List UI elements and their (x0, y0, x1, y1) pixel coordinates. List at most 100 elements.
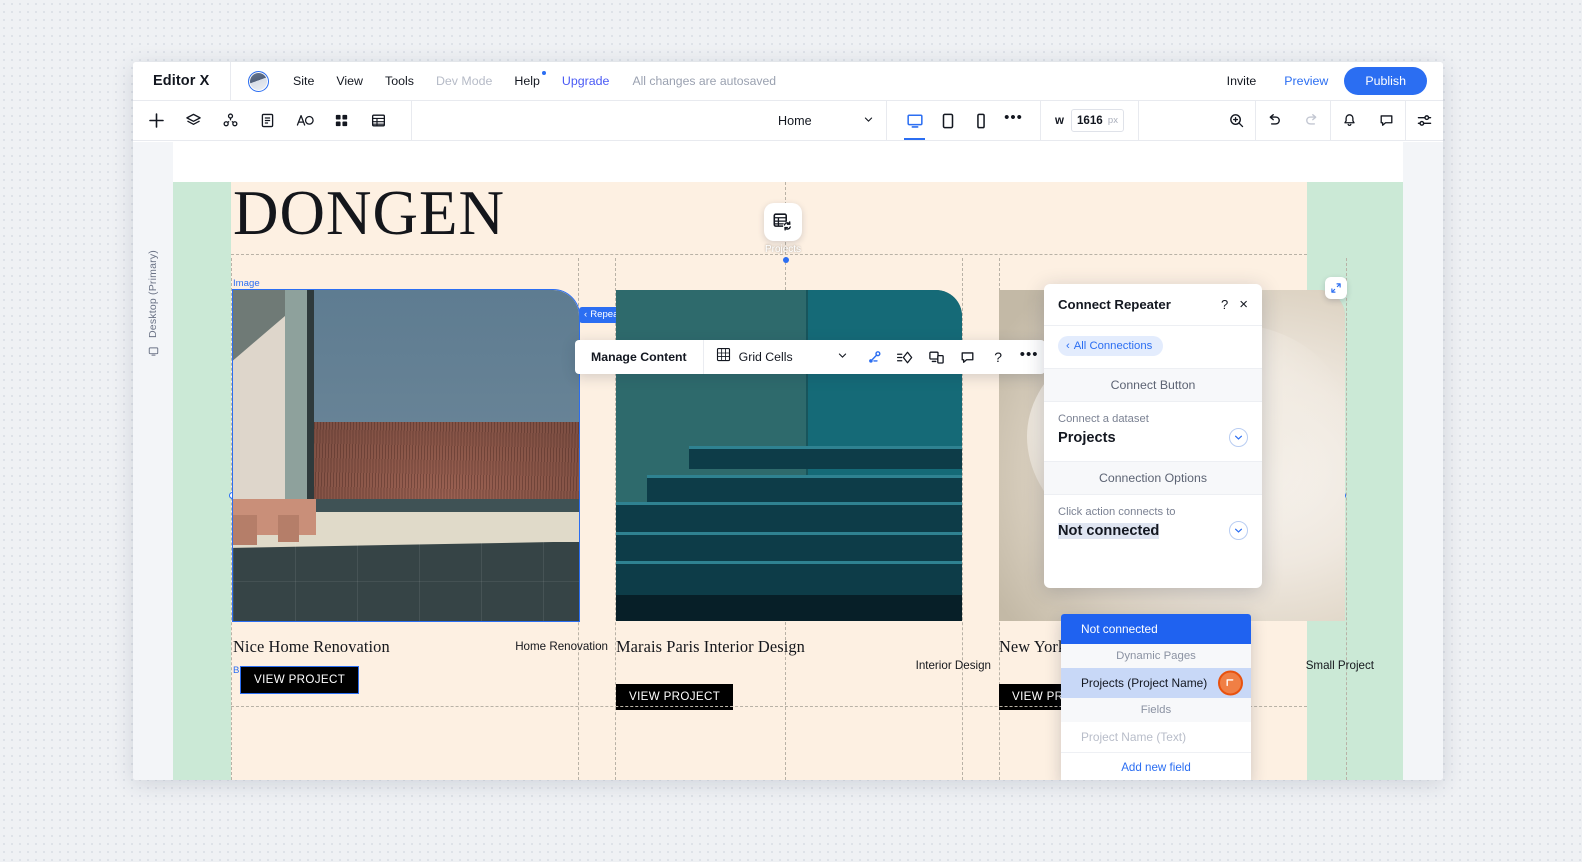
dataset-field-label: Connect a dataset (1058, 413, 1149, 425)
width-unit: px (1107, 115, 1118, 126)
page-title: DONGEN (233, 182, 505, 248)
click-action-label: Click action connects to (1058, 506, 1176, 518)
menu-item-site[interactable]: Site (282, 69, 325, 93)
panel-close-icon[interactable]: × (1239, 296, 1248, 313)
connect-repeater-panel: Connect Repeater ? × ‹ All Connections C… (1044, 284, 1262, 780)
top-actions: Invite Preview Publish (1215, 67, 1443, 95)
notification-dot-icon (541, 71, 546, 75)
dataset-icon (764, 203, 802, 241)
viewport-more-button[interactable]: ••• (997, 101, 1030, 140)
card-caption: Marais Paris Interior Design Interior De… (616, 637, 991, 714)
width-input[interactable]: 1616 px (1070, 109, 1124, 132)
canvas-stage: Desktop (Primary) DONGEN Image ‹ Repeate… (133, 142, 1443, 780)
desktop-small-icon (148, 346, 159, 360)
panel-help-icon[interactable]: ? (1221, 297, 1228, 312)
comments-icon[interactable] (1368, 101, 1405, 140)
chevron-down-icon (863, 114, 886, 128)
redo-icon[interactable] (1293, 101, 1330, 140)
breadcrumb-label: All Connections (1073, 340, 1153, 352)
viewport-desktop[interactable] (898, 101, 931, 140)
app-logo[interactable]: Editor X (133, 62, 231, 100)
autosave-status: All changes are autosaved (632, 74, 777, 88)
menu-item-upgrade[interactable]: Upgrade (551, 69, 621, 93)
apps-icon[interactable] (323, 101, 360, 140)
click-action-row[interactable]: Not connected (1058, 521, 1248, 540)
width-field-group: w 1616 px (1041, 109, 1138, 132)
view-project-button[interactable]: VIEW PROJECT (239, 666, 360, 694)
settings-icon[interactable] (1406, 101, 1443, 140)
menu-item-help-label: Help (514, 74, 540, 88)
zoom-icon[interactable] (1218, 101, 1255, 140)
more-icon[interactable]: ••• (1014, 340, 1045, 374)
card-image[interactable] (232, 289, 580, 622)
add-tools-group (133, 101, 397, 140)
manage-content-title: Manage Content (591, 350, 687, 364)
dataset-field-value: Projects (1058, 429, 1116, 446)
dropdown-add-new-field[interactable]: Add new field (1061, 752, 1251, 780)
avatar[interactable] (248, 70, 269, 92)
help-icon[interactable]: ? (983, 340, 1014, 374)
dataset-dropdown-chevron-icon[interactable] (1229, 428, 1248, 447)
toolbar-divider (411, 101, 412, 140)
animation-icon[interactable] (890, 340, 921, 374)
chevron-down-icon (801, 348, 848, 366)
menu-item-help[interactable]: Help (503, 69, 550, 93)
viewport-label-text: Desktop (Primary) (147, 250, 159, 338)
click-action-dropdown: Not connected Dynamic Pages Projects (Pr… (1061, 614, 1251, 780)
card-caption: Nice Home Renovation Home Renovation VIE… (233, 637, 608, 714)
text-icon[interactable] (286, 101, 323, 140)
toolbar-divider-4 (1137, 101, 1139, 140)
card-title: Nice Home Renovation (233, 637, 390, 656)
menu-item-dev-mode[interactable]: Dev Mode (425, 69, 503, 93)
viewport-mobile[interactable] (964, 101, 997, 140)
viewport-tablet[interactable] (931, 101, 964, 140)
card-category: Home Renovation (515, 640, 608, 653)
width-value: 1616 (1076, 114, 1103, 127)
comment-icon[interactable] (952, 340, 983, 374)
editor-window: Editor X Site View Tools Dev Mode Help U… (133, 62, 1443, 780)
canvas-top-strip (173, 142, 1403, 182)
site-structure-icon[interactable] (212, 101, 249, 140)
pages-icon[interactable] (249, 101, 286, 140)
dropdown-option-not-connected[interactable]: Not connected (1061, 614, 1251, 644)
preview-button[interactable]: Preview (1272, 68, 1340, 94)
dataset-field-row[interactable]: Projects (1058, 428, 1248, 447)
top-menu-bar: Editor X Site View Tools Dev Mode Help U… (133, 62, 1443, 101)
page-selector[interactable]: Home (766, 101, 886, 140)
click-action-dropdown-chevron-icon[interactable] (1229, 521, 1248, 540)
section-connect-button: Connect Button (1044, 368, 1262, 402)
dataset-badge[interactable]: Projects (764, 203, 802, 255)
connect-data-icon[interactable] (859, 340, 890, 374)
dropdown-option-projects-label: Projects (Project Name) (1081, 676, 1208, 690)
card-category: Small Project (1305, 659, 1374, 672)
notifications-icon[interactable] (1331, 101, 1368, 140)
click-action-body: Click action connects to Not connected (1044, 495, 1262, 588)
publish-button[interactable]: Publish (1344, 67, 1427, 95)
dropdown-option-projects[interactable]: Projects (Project Name) (1061, 668, 1251, 698)
menu-item-tools[interactable]: Tools (374, 69, 425, 93)
add-icon[interactable] (138, 101, 175, 140)
undo-icon[interactable] (1256, 101, 1293, 140)
invite-button[interactable]: Invite (1215, 68, 1269, 94)
menu-item-view[interactable]: View (325, 69, 374, 93)
viewport-label: Desktop (Primary) (147, 250, 159, 360)
breadcrumb-all-connections[interactable]: ‹ All Connections (1058, 336, 1164, 356)
panel-title: Connect Repeater (1058, 297, 1171, 312)
main-menu: Site View Tools Dev Mode Help Upgrade (282, 69, 620, 93)
panel-header-actions: ? × (1221, 296, 1248, 313)
layers-icon[interactable] (175, 101, 212, 140)
toolbar-right-group (1218, 101, 1443, 140)
chevron-left-icon: ‹ (1066, 340, 1070, 352)
expand-icon[interactable] (1325, 277, 1347, 299)
grid-cells-selector[interactable]: Grid Cells (704, 347, 859, 367)
responsive-icon[interactable] (921, 340, 952, 374)
toolbar-divider-2 (886, 101, 887, 140)
viewport-switcher: ••• (898, 101, 1030, 140)
repeater-item[interactable]: Nice Home Renovation Home Renovation VIE… (232, 289, 608, 714)
dropdown-option-project-name[interactable]: Project Name (Text) (1061, 722, 1251, 752)
cms-icon[interactable] (360, 101, 397, 140)
dropdown-group-fields: Fields (1061, 698, 1251, 722)
image-element-tag[interactable]: Image (233, 278, 260, 289)
page-selector-label: Home (778, 113, 812, 128)
section-connection-options: Connection Options (1044, 461, 1262, 495)
